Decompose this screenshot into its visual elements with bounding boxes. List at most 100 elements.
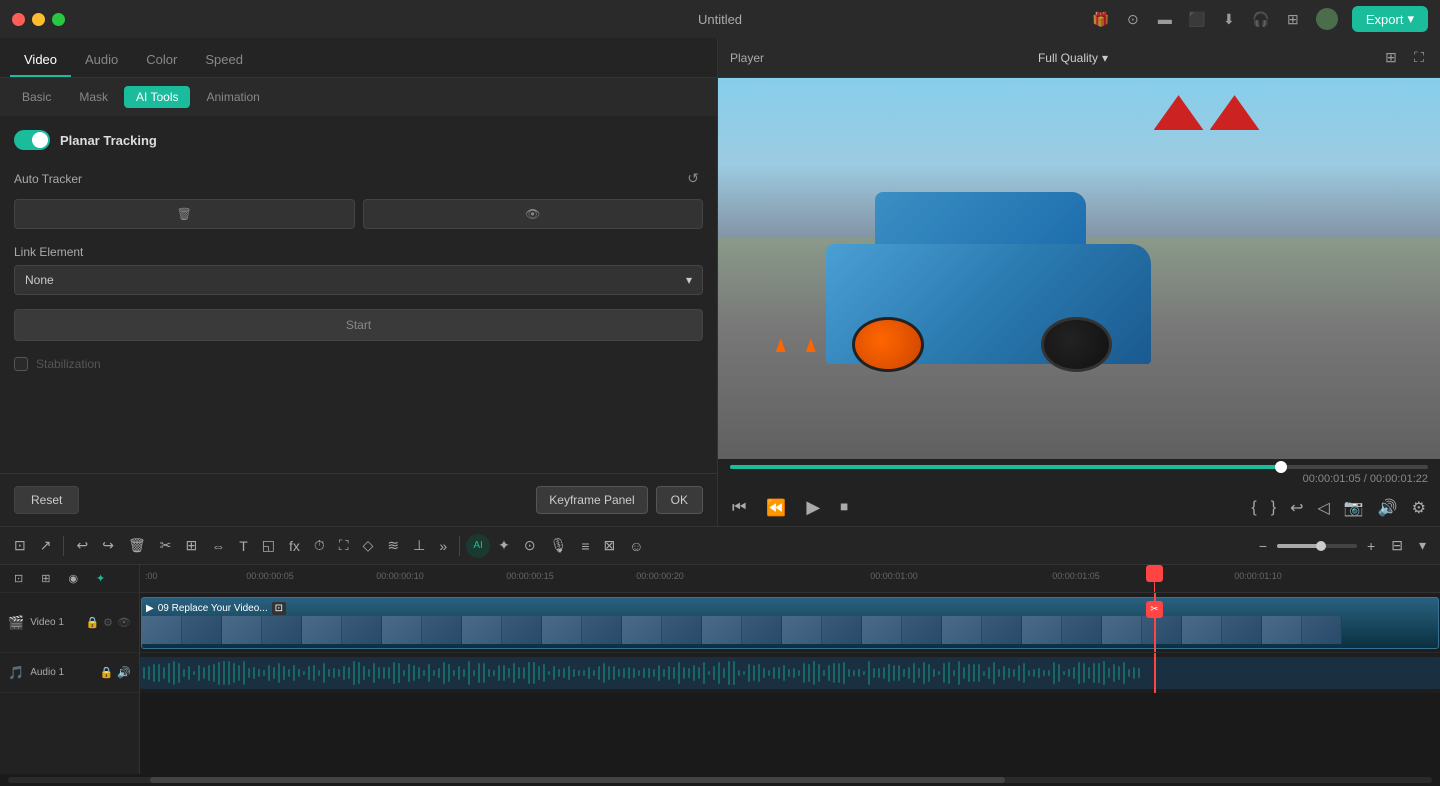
clip-label: ▶ 09 Replace Your Video... ⊡ (146, 602, 286, 615)
mic-button[interactable]: 🎙 (544, 533, 574, 558)
settings-button[interactable]: ⚙ (1410, 496, 1428, 520)
planar-tracking-toggle[interactable] (14, 130, 50, 150)
sub-tab-animation[interactable]: Animation (194, 86, 271, 108)
tab-video[interactable]: Video (10, 44, 71, 77)
sub-tab-mask[interactable]: Mask (67, 86, 120, 108)
select-tool-button[interactable]: ⊡ (8, 533, 32, 558)
bookmark-icon[interactable]: ⬛ (1188, 10, 1206, 28)
grid-icon[interactable]: ⊞ (1284, 10, 1302, 28)
shape-button[interactable]: ◇ (357, 533, 380, 558)
step-back-button[interactable]: ⏮ (730, 497, 748, 519)
grid-view-icon[interactable]: ⊞ (1382, 49, 1400, 67)
reset-tracker-button[interactable]: ↺ (683, 168, 703, 189)
screenshot-button[interactable]: 📷 (1342, 496, 1366, 520)
zoom-out-button[interactable]: − (1253, 534, 1273, 558)
fullscreen2-button[interactable]: ⛶ (333, 533, 355, 558)
sticker-button[interactable]: ☺ (623, 534, 649, 558)
zoom-slider[interactable] (1277, 544, 1357, 548)
stabilization-checkbox[interactable] (14, 357, 28, 371)
audio-track-button[interactable]: ≋ (381, 533, 405, 558)
keyframe-panel-button[interactable]: Keyframe Panel (536, 486, 647, 514)
zoom-in-button[interactable]: + (1361, 534, 1381, 558)
add-audio-track-button[interactable]: ⊞ (35, 568, 56, 589)
player-label: Player (730, 51, 764, 65)
cut-button[interactable]: ✂ (154, 533, 178, 558)
mark-out-button[interactable]: } (1269, 497, 1278, 519)
audio-track-row (140, 653, 1440, 693)
delete-button[interactable]: 🗑 (122, 533, 152, 558)
timer-button[interactable]: ⏱ (308, 533, 331, 558)
trim-button[interactable]: ⊥ (407, 533, 431, 558)
audio-track-name: Audio 1 (30, 667, 64, 678)
minimize-button[interactable] (32, 13, 45, 26)
redo-button[interactable]: ↪ (96, 533, 120, 558)
more2-button[interactable]: ▾ (1413, 533, 1432, 558)
sub-tab-basic[interactable]: Basic (10, 86, 63, 108)
trash-icon: 🗑 (177, 207, 192, 221)
lock-icon[interactable]: 🔒 (85, 616, 99, 629)
avatar-icon[interactable] (1316, 8, 1338, 30)
reset-button[interactable]: Reset (14, 486, 79, 514)
visibility-icon[interactable]: 👁 (117, 616, 131, 629)
layout-button[interactable]: ⊟ (1385, 533, 1409, 558)
track-settings-icon[interactable]: ⚙ (103, 616, 113, 629)
transform-button[interactable]: ⊞ (179, 533, 203, 558)
export-button[interactable]: Export ▾ (1352, 6, 1428, 32)
link-element-dropdown[interactable]: None ▾ (14, 265, 703, 295)
close-button[interactable] (12, 13, 25, 26)
ok-button[interactable]: OK (656, 486, 703, 514)
film-frame-25 (1102, 616, 1142, 644)
film-frame-15 (702, 616, 742, 644)
headphone-icon[interactable]: 🎧 (1252, 10, 1270, 28)
scrollbar-thumb[interactable] (150, 777, 1004, 783)
start-button[interactable]: Start (14, 309, 703, 341)
audio-button[interactable]: 🔊 (1376, 496, 1400, 520)
frame-back-button[interactable]: ⏪ (764, 496, 788, 520)
eye-tracker-button[interactable]: 👁 (363, 199, 704, 229)
delete-tracker-button[interactable]: 🗑 (14, 199, 355, 229)
video-clip[interactable]: ▶ 09 Replace Your Video... ⊡ (141, 597, 1439, 649)
ai-button[interactable]: AI (466, 534, 490, 558)
undo-button[interactable]: ↩ (70, 533, 94, 558)
toolbar: ⊡ ↗ ↩ ↪ 🗑 ✂ ⊞ ⇔ T ◱ fx ⏱ ⛶ ◇ ≋ ⊥ » AI ✦ … (0, 527, 1440, 565)
monitor-icon[interactable]: ▬ (1156, 10, 1174, 28)
audio-lock-icon[interactable]: 🔒 (100, 666, 114, 679)
tracker-buttons: 🗑 👁 (14, 199, 703, 229)
add-clip-button[interactable]: ✦ (90, 568, 111, 589)
audio-vol-icon[interactable]: 🔊 (117, 666, 131, 679)
text-button[interactable]: T (233, 534, 254, 558)
tab-color[interactable]: Color (132, 44, 191, 77)
effects-button[interactable]: ✦ (492, 533, 516, 558)
ruler-time-1: 00:00:00:05 (246, 571, 294, 581)
progress-bar[interactable] (730, 465, 1428, 469)
gift-icon[interactable]: 🎁 (1092, 10, 1110, 28)
fx-button[interactable]: fx (283, 534, 306, 558)
waveform-bars (140, 657, 1440, 689)
stop-button[interactable]: ⏹ (838, 497, 850, 519)
prev-frame-button[interactable]: ◁ (1316, 496, 1332, 520)
split-button[interactable]: ⇔ (205, 534, 231, 558)
quality-dropdown[interactable]: Full Quality ▾ (1038, 51, 1108, 65)
audio-waveform (140, 657, 1440, 689)
overlay-button[interactable]: ⊠ (598, 533, 622, 558)
playhead-head (1146, 565, 1163, 582)
scrollbar-track[interactable] (8, 777, 1432, 783)
mark-in-button[interactable]: { (1249, 497, 1258, 519)
captions-button[interactable]: ≡ (575, 534, 595, 558)
more-button[interactable]: » (433, 534, 453, 558)
tab-audio[interactable]: Audio (71, 44, 132, 77)
add-media-button[interactable]: ◉ (62, 568, 84, 589)
fullscreen-icon[interactable]: ⛶ (1410, 49, 1428, 67)
film-frame-9 (462, 616, 502, 644)
add-video-track-button[interactable]: ⊡ (8, 568, 29, 589)
add-to-timeline-button[interactable]: ↩ (1288, 496, 1305, 520)
transitions-button[interactable]: ⊙ (518, 533, 542, 558)
sub-tab-ai-tools[interactable]: AI Tools (124, 86, 190, 108)
crop-button[interactable]: ◱ (256, 533, 281, 558)
tab-speed[interactable]: Speed (191, 44, 257, 77)
play-button[interactable]: ▶ (804, 495, 822, 520)
select-tool-2-button[interactable]: ↗ (34, 533, 58, 558)
circle-icon[interactable]: ⊙ (1124, 10, 1142, 28)
download-icon[interactable]: ⬇ (1220, 10, 1238, 28)
maximize-button[interactable] (52, 13, 65, 26)
